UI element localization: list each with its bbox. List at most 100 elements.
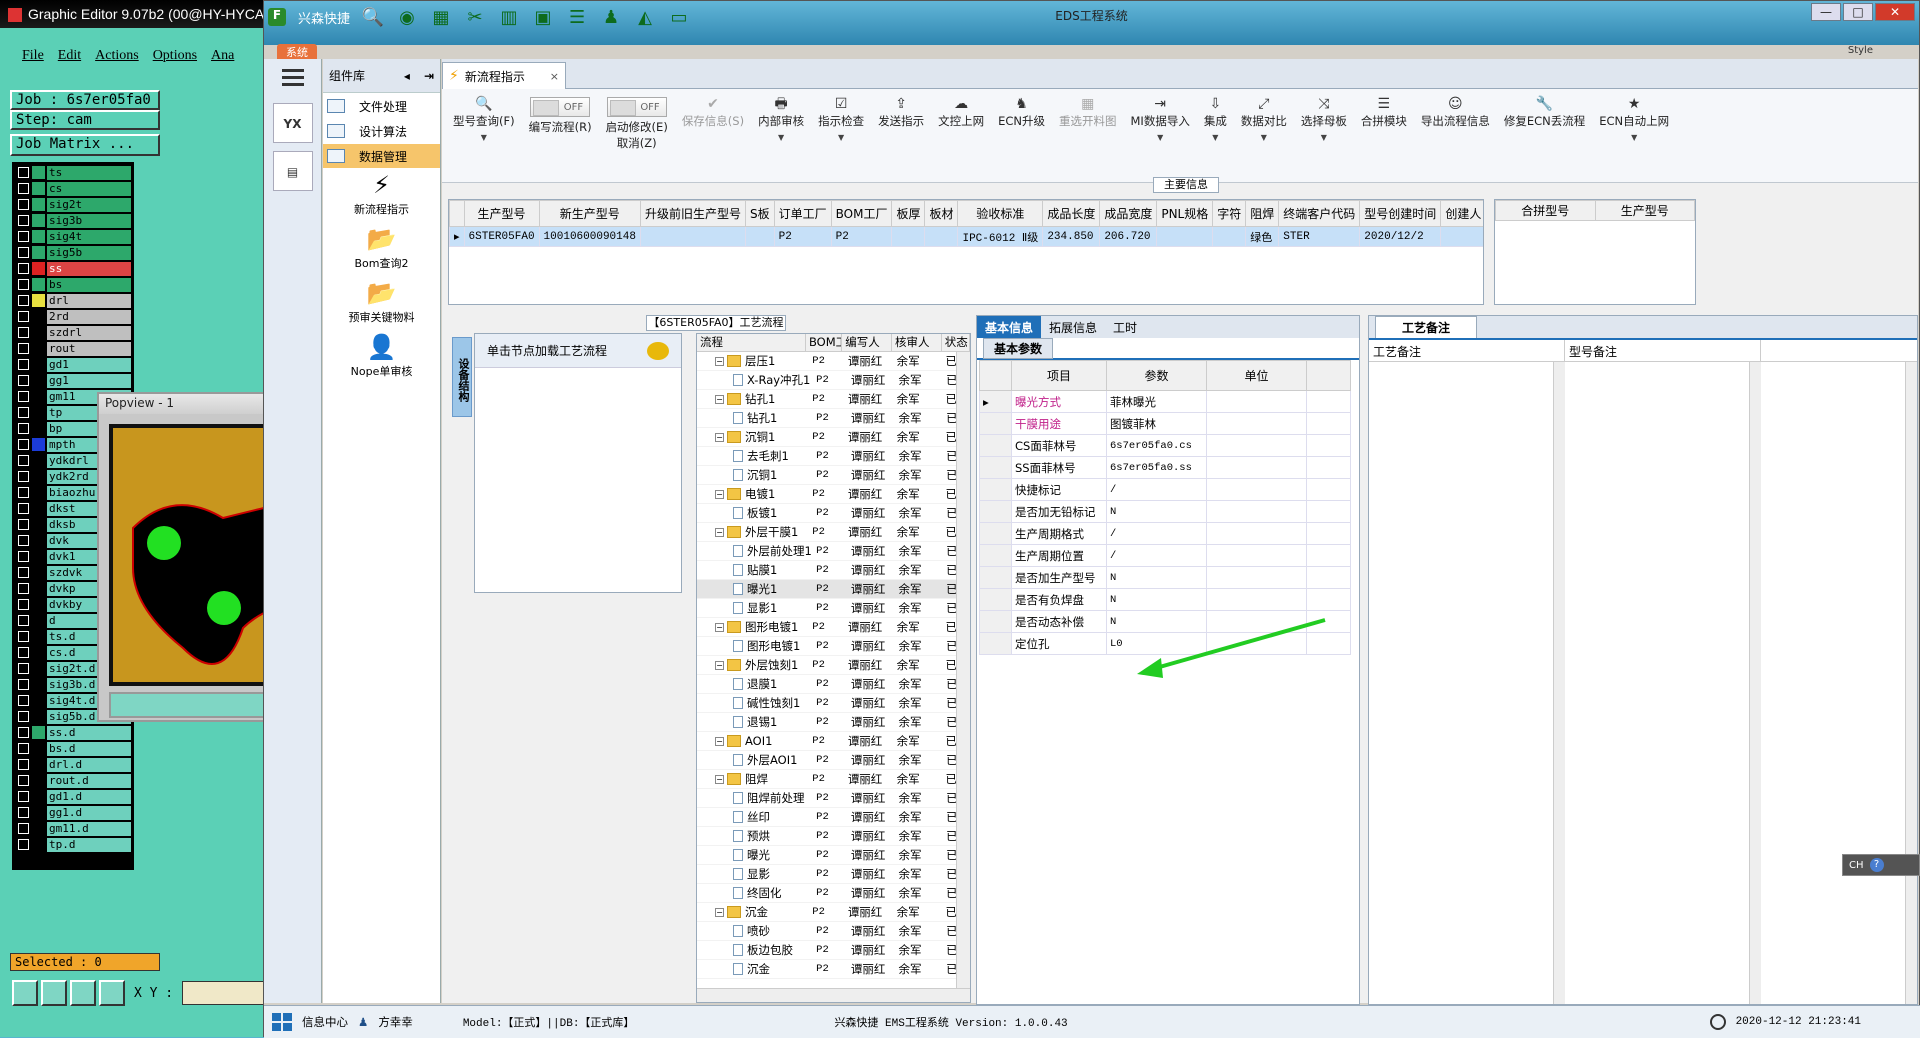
tab-basic-info[interactable]: 基本信息 (977, 316, 1042, 338)
layer-checkbox[interactable] (18, 455, 29, 466)
layer-row[interactable]: sig4t (15, 229, 131, 244)
param-unit[interactable] (1206, 588, 1307, 611)
param-unit[interactable] (1206, 434, 1307, 457)
param-value[interactable]: / (1106, 522, 1207, 545)
ribbon-button[interactable]: ⇥ MI数据导入 ▼ (1124, 95, 1197, 176)
param-value[interactable]: / (1106, 544, 1207, 567)
layer-checkbox[interactable] (18, 199, 29, 210)
param-unit[interactable] (1206, 500, 1307, 523)
flow-row[interactable]: 丝印P2谭丽红余军已上网 (697, 808, 970, 827)
expand-icon[interactable]: − (715, 736, 724, 746)
layer-row[interactable]: gd1 (15, 357, 131, 372)
layer-row[interactable]: szdrl (15, 325, 131, 340)
param-value[interactable]: N (1106, 500, 1207, 523)
menu-analysis[interactable]: Ana (211, 48, 234, 64)
col-model-remark[interactable]: 型号备注 (1565, 340, 1761, 361)
style-menu[interactable]: Style (1848, 45, 1873, 56)
library-tool[interactable]: 📂 预审关键物料 (323, 277, 440, 331)
col-header[interactable]: 成品长度 (1042, 200, 1101, 227)
expand-icon[interactable]: − (715, 394, 724, 404)
param-unit[interactable] (1206, 456, 1307, 479)
col-process-remark[interactable]: 工艺备注 (1369, 340, 1565, 361)
ribbon-button[interactable]: OFF 编写流程(R) (522, 95, 599, 176)
tool-button-1[interactable] (12, 980, 38, 1006)
ribbon-button[interactable]: ★ ECN自动上网 ▼ (1592, 95, 1676, 176)
param-unit[interactable] (1206, 632, 1307, 655)
merge-col-2[interactable]: 生产型号 (1594, 200, 1695, 221)
toggle-off[interactable]: OFF (606, 97, 667, 117)
col-header[interactable]: 升级前旧生产型号 (639, 200, 746, 227)
layer-checkbox[interactable] (18, 663, 29, 674)
flow-row[interactable]: 曝光P2谭丽红余军已上网 (697, 846, 970, 865)
tab-close-icon[interactable]: × (550, 70, 559, 83)
flow-row[interactable]: −外层干膜1P2谭丽红余军已上网 (697, 523, 970, 542)
expand-icon[interactable]: − (715, 774, 724, 784)
layer-checkbox[interactable] (18, 375, 29, 386)
layer-checkbox[interactable] (18, 839, 29, 850)
ribbon-button[interactable]: ♞ ECN升级 (991, 95, 1052, 176)
param-row[interactable]: 定位孔 L0 (979, 632, 1351, 655)
param-value[interactable]: L0 (1106, 632, 1207, 655)
flow-row[interactable]: −AOI1P2谭丽红余军已上网 (697, 732, 970, 751)
tool-button-2[interactable] (41, 980, 67, 1006)
layer-checkbox[interactable] (18, 759, 29, 770)
col-header[interactable]: 板材 (924, 200, 959, 227)
col-header[interactable]: 型号创建时间 (1359, 200, 1442, 227)
menu-icon[interactable] (264, 59, 322, 95)
flow-row[interactable]: 外层前处理1P2谭丽红余军已上网 (697, 542, 970, 561)
maximize-button[interactable]: □ (1843, 3, 1873, 21)
library-tool[interactable]: 📂 Bom查询2 (323, 223, 440, 277)
merge-col-1[interactable]: 合拼型号 (1495, 200, 1596, 221)
flow-row[interactable]: −外层蚀刻1P2谭丽红余军已上网 (697, 656, 970, 675)
param-value[interactable]: 6s7er05fa0.cs (1106, 434, 1207, 457)
menu-edit[interactable]: Edit (58, 48, 81, 64)
dropdown-arrow-icon[interactable]: ▼ (1261, 133, 1267, 142)
layer-checkbox[interactable] (18, 295, 29, 306)
col-header[interactable]: 创建人 (1440, 200, 1483, 227)
ribbon-button[interactable]: ☰ 合拼模块 (1354, 95, 1414, 176)
layer-row[interactable]: ss (15, 261, 131, 276)
param-unit[interactable] (1206, 610, 1307, 633)
dropdown-arrow-icon[interactable]: ▼ (778, 133, 784, 142)
calculator-icon[interactable]: ▤ (272, 151, 313, 191)
ribbon-button[interactable]: ☁ 文控上网 (931, 95, 991, 176)
tab-new-flow[interactable]: ⚡ 新流程指示 × (442, 62, 566, 89)
table-row[interactable]: ▸ 6STER05FA0 10010600090148 P2 P2 IPC-6012 Ⅱ级… (449, 226, 1483, 247)
layer-checkbox[interactable] (18, 631, 29, 642)
ribbon-button[interactable]: 🔍 型号查询(F) ▼ (446, 95, 522, 176)
dropdown-arrow-icon[interactable]: ▼ (838, 133, 844, 142)
layer-checkbox[interactable] (18, 775, 29, 786)
toggle-switch[interactable]: OFF (606, 95, 667, 119)
flow-row[interactable]: 退膜1P2谭丽红余军已上网 (697, 675, 970, 694)
col-header[interactable]: 订单工厂 (773, 200, 832, 227)
ribbon-button[interactable]: ☺ 导出流程信息 (1414, 95, 1497, 176)
col-header[interactable]: 成品宽度 (1099, 200, 1158, 227)
layer-checkbox[interactable] (18, 487, 29, 498)
col-writer[interactable]: 编写人 (842, 334, 893, 351)
param-row[interactable]: 是否动态补偿 N (979, 610, 1351, 633)
layer-row[interactable]: cs (15, 181, 131, 196)
expand-icon[interactable]: − (715, 527, 724, 537)
layer-checkbox[interactable] (18, 391, 29, 402)
tree-horizontal-scrollbar[interactable] (697, 988, 970, 1002)
flow-row[interactable]: 退锡1P2谭丽红余军已上网 (697, 713, 970, 732)
param-row[interactable]: 生产周期格式 / (979, 522, 1351, 545)
layer-checkbox[interactable] (18, 423, 29, 434)
layer-checkbox[interactable] (18, 263, 29, 274)
param-value[interactable]: N (1106, 610, 1207, 633)
layer-checkbox[interactable] (18, 727, 29, 738)
layer-checkbox[interactable] (18, 183, 29, 194)
process-remark-field[interactable] (1369, 362, 1565, 1004)
expand-icon[interactable]: − (715, 356, 724, 366)
ribbon-sublabel[interactable]: 取消(Z) (617, 135, 657, 151)
layer-checkbox[interactable] (18, 791, 29, 802)
pin-icon[interactable]: ⇥ (424, 69, 434, 83)
flow-row[interactable]: 曝光1P2谭丽红余军已上网 (697, 580, 970, 599)
param-unit[interactable] (1206, 544, 1307, 567)
dropdown-arrow-icon[interactable]: ▼ (1212, 133, 1218, 142)
param-row[interactable]: 快捷标记 / (979, 478, 1351, 501)
param-value[interactable]: N (1106, 566, 1207, 589)
layer-checkbox[interactable] (18, 807, 29, 818)
layer-row[interactable]: rout.d (15, 773, 131, 788)
col-item[interactable]: 项目 (1011, 360, 1107, 391)
